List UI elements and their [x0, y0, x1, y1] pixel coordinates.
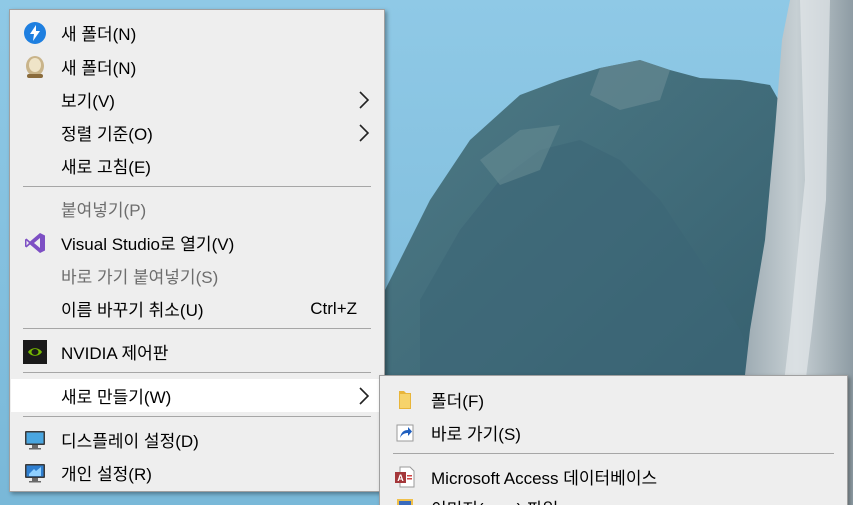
menu-item-label: 폴더(F) — [431, 392, 484, 411]
new-image-file-item[interactable]: 이미지(.png) 파일 — [381, 491, 846, 505]
bolt-folder-icon — [23, 21, 47, 45]
svg-text:A: A — [397, 473, 404, 483]
chevron-right-icon — [357, 123, 371, 143]
menu-item-label: 새로 만들기(W) — [61, 388, 172, 407]
image-file-icon — [393, 496, 417, 505]
display-icon — [23, 428, 47, 452]
access-icon: A — [393, 465, 417, 489]
open-with-visual-studio-item[interactable]: Visual Studio로 열기(V) — [11, 226, 383, 259]
new-access-database-item[interactable]: A Microsoft Access 데이터베이스 — [381, 460, 846, 493]
menu-item-label: 이미지(.png) 파일 — [431, 495, 558, 505]
new-folder-submenu-item[interactable]: 폴더(F) — [381, 383, 846, 416]
folder-icon — [393, 388, 417, 412]
menu-item-label: NVIDIA 제어판 — [61, 344, 169, 363]
keyboard-shortcut: Ctrl+Z — [310, 298, 357, 318]
view-submenu-item[interactable]: 보기(V) — [11, 83, 383, 116]
menu-item-label: 개인 설정(R) — [61, 465, 152, 484]
shortcut-icon — [393, 421, 417, 445]
paste-item[interactable]: 붙여넣기(P) — [11, 192, 383, 225]
menu-item-label: 정렬 기준(O) — [61, 125, 153, 144]
new-submenu: 폴더(F) 바로 가기(S) A Microsoft Access 데이터베이스 — [379, 375, 848, 505]
menu-item-label: Visual Studio로 열기(V) — [61, 235, 235, 254]
menu-item-label: 새로 고침(E) — [61, 158, 151, 177]
desktop-context-menu: 새 폴더(N) 새 폴더(N) 보기(V) 정렬 기준(O) 새로 고침(E) … — [9, 9, 385, 492]
menu-item-label: Microsoft Access 데이터베이스 — [431, 469, 658, 488]
desktop[interactable]: 새 폴더(N) 새 폴더(N) 보기(V) 정렬 기준(O) 새로 고침(E) … — [0, 0, 853, 505]
paste-shortcut-item[interactable]: 바로 가기 붙여넣기(S) — [11, 259, 383, 292]
menu-item-label: 이름 바꾸기 취소(U) — [61, 301, 204, 320]
menu-item-label: 바로 가기 붙여넣기(S) — [61, 268, 219, 287]
menu-item-label: 디스플레이 설정(D) — [61, 432, 199, 451]
new-shortcut-submenu-item[interactable]: 바로 가기(S) — [381, 416, 846, 449]
display-settings-item[interactable]: 디스플레이 설정(D) — [11, 423, 383, 456]
menu-item-label: 새 폴더(N) — [61, 59, 137, 78]
undo-rename-item[interactable]: 이름 바꾸기 취소(U) Ctrl+Z — [11, 292, 383, 325]
chevron-right-icon — [357, 90, 371, 110]
menu-item-label: 새 폴더(N) — [61, 25, 137, 44]
refresh-item[interactable]: 새로 고침(E) — [11, 149, 383, 182]
person-avatar-icon — [23, 55, 47, 79]
new-submenu-item[interactable]: 새로 만들기(W) — [11, 379, 383, 412]
menu-separator — [393, 453, 834, 454]
new-folder-item-1[interactable]: 새 폴더(N) — [11, 16, 383, 49]
nvidia-control-panel-item[interactable]: NVIDIA 제어판 — [11, 335, 383, 368]
menu-item-label: 바로 가기(S) — [431, 425, 521, 444]
menu-separator — [23, 186, 371, 187]
menu-item-label: 보기(V) — [61, 92, 115, 111]
nvidia-icon — [23, 339, 47, 364]
new-folder-item-2[interactable]: 새 폴더(N) — [11, 50, 383, 83]
personalize-item[interactable]: 개인 설정(R) — [11, 456, 383, 489]
menu-separator — [23, 328, 371, 329]
menu-separator — [23, 372, 371, 373]
menu-item-label: 붙여넣기(P) — [61, 201, 147, 220]
chevron-right-icon — [357, 386, 371, 406]
personalize-icon — [23, 461, 47, 485]
visual-studio-icon — [23, 231, 47, 255]
sort-by-submenu-item[interactable]: 정렬 기준(O) — [11, 116, 383, 149]
menu-separator — [23, 416, 371, 417]
